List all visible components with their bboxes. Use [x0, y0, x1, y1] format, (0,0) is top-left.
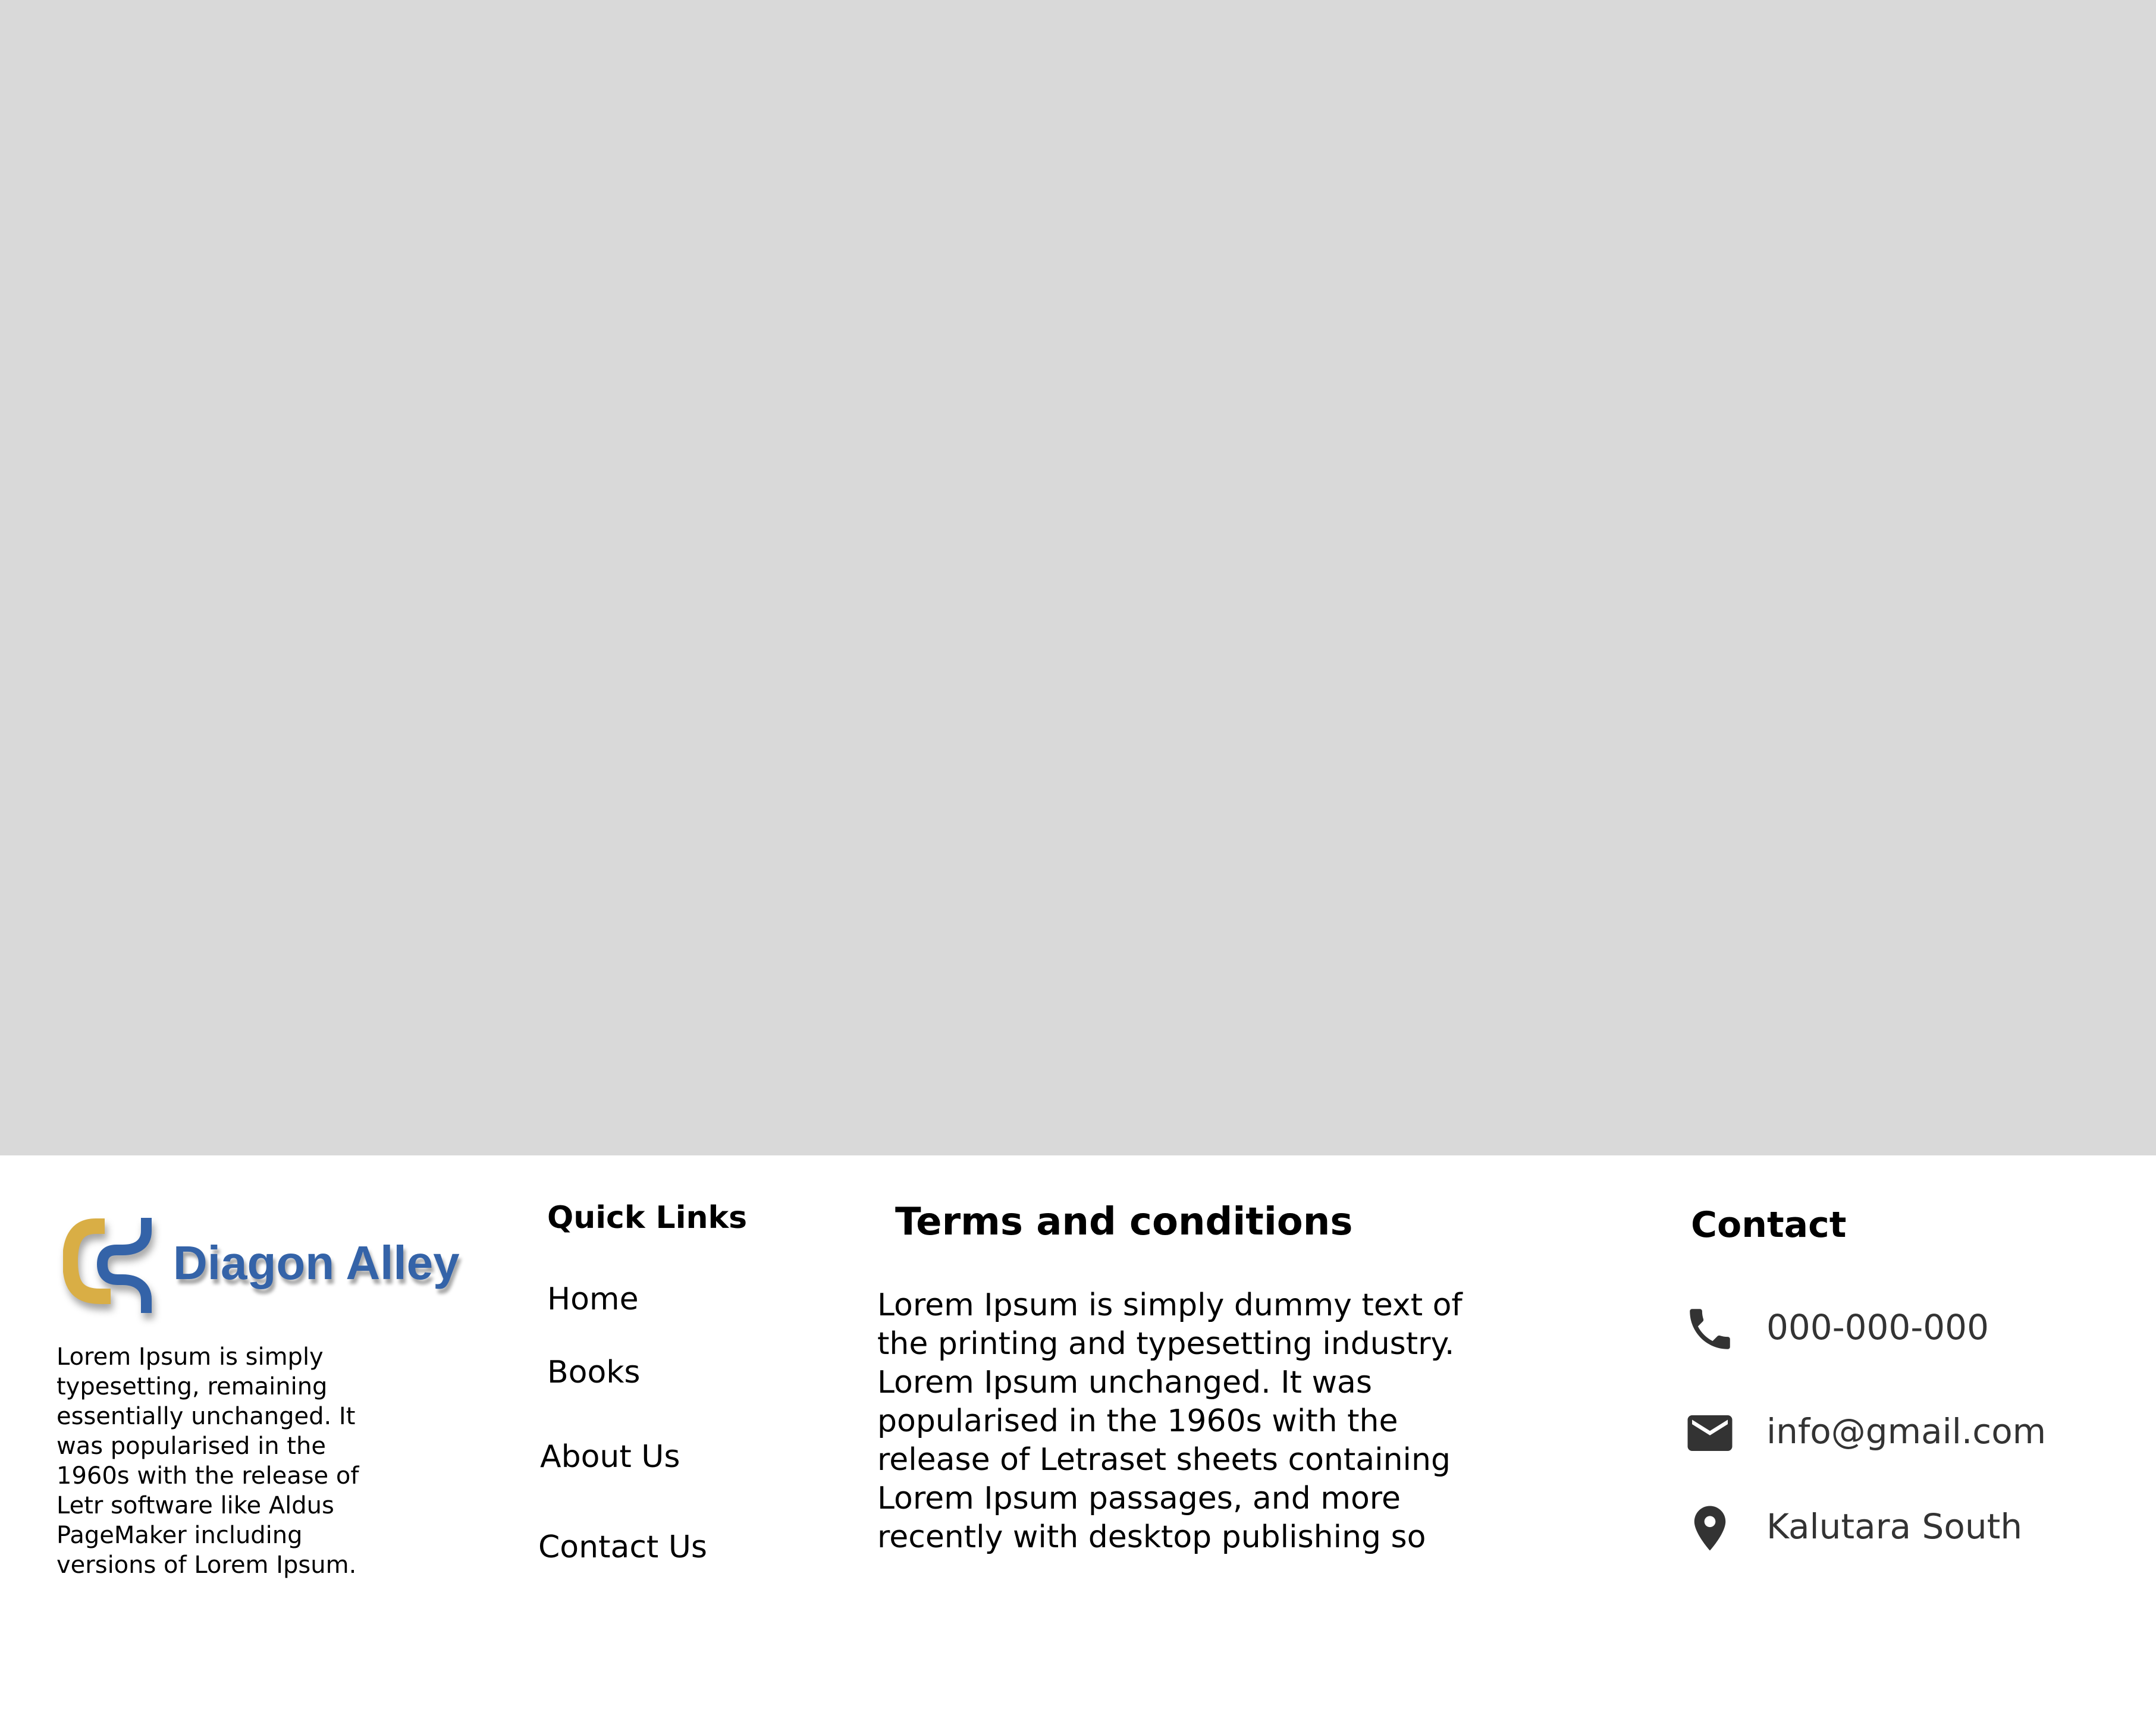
phone-number: 000-000-000: [1766, 1307, 1989, 1347]
terms-body: Lorem Ipsum is simply dummy text of the …: [877, 1286, 1472, 1557]
hero-image-placeholder: [0, 0, 2156, 1155]
email-address: info@gmail.com: [1766, 1411, 2047, 1452]
location-text: Kalutara South: [1766, 1506, 2023, 1547]
description-line: 1960s with the release of: [57, 1462, 359, 1490]
description-line: Letr software like Aldus: [57, 1492, 334, 1519]
terms-line: Lorem Ipsum unchanged. It was: [877, 1365, 1372, 1400]
brand-name: Diagon Alley: [173, 1236, 460, 1289]
location-pin-icon: [1683, 1501, 1737, 1555]
description-line: was popularised in the: [57, 1433, 326, 1460]
contact-phone[interactable]: 000-000-000: [1683, 1302, 2111, 1356]
contact-heading: Contact: [1691, 1204, 1847, 1246]
contact-email[interactable]: info@gmail.com: [1683, 1406, 2111, 1460]
footer-link-contact-us[interactable]: Contact Us: [538, 1529, 707, 1565]
footer-link-home[interactable]: Home: [547, 1281, 639, 1317]
brand-description: Lorem Ipsum is simply typesetting, remai…: [57, 1342, 390, 1580]
description-line: versions of Lorem Ipsum.: [57, 1551, 357, 1579]
phone-icon: [1683, 1302, 1737, 1356]
description-line: PageMaker including: [57, 1522, 303, 1549]
terms-line: Lorem Ipsum is simply dummy text of: [877, 1287, 1463, 1323]
brand-logo[interactable]: Diagon Alley: [62, 1213, 460, 1326]
footer-link-about-us[interactable]: About Us: [540, 1439, 680, 1475]
description-line: typesetting, remaining: [57, 1373, 328, 1400]
terms-heading: Terms and conditions: [895, 1200, 1353, 1244]
terms-line: release of Letraset sheets containing: [877, 1442, 1451, 1478]
terms-line: Lorem Ipsum passages, and more: [877, 1481, 1401, 1516]
quick-links-heading: Quick Links: [547, 1200, 748, 1236]
description-line: Lorem Ipsum is simply: [57, 1343, 324, 1371]
diagon-alley-logo-icon: [62, 1213, 182, 1326]
description-line: essentially unchanged. It: [57, 1403, 356, 1430]
terms-line: popularised in the 1960s with the: [877, 1403, 1398, 1439]
contact-location[interactable]: Kalutara South: [1683, 1501, 2111, 1555]
terms-line: the printing and typesetting industry.: [877, 1326, 1455, 1362]
footer-link-books[interactable]: Books: [547, 1355, 641, 1390]
terms-line: recently with desktop publishing so: [877, 1519, 1426, 1555]
mail-icon: [1683, 1406, 1737, 1460]
